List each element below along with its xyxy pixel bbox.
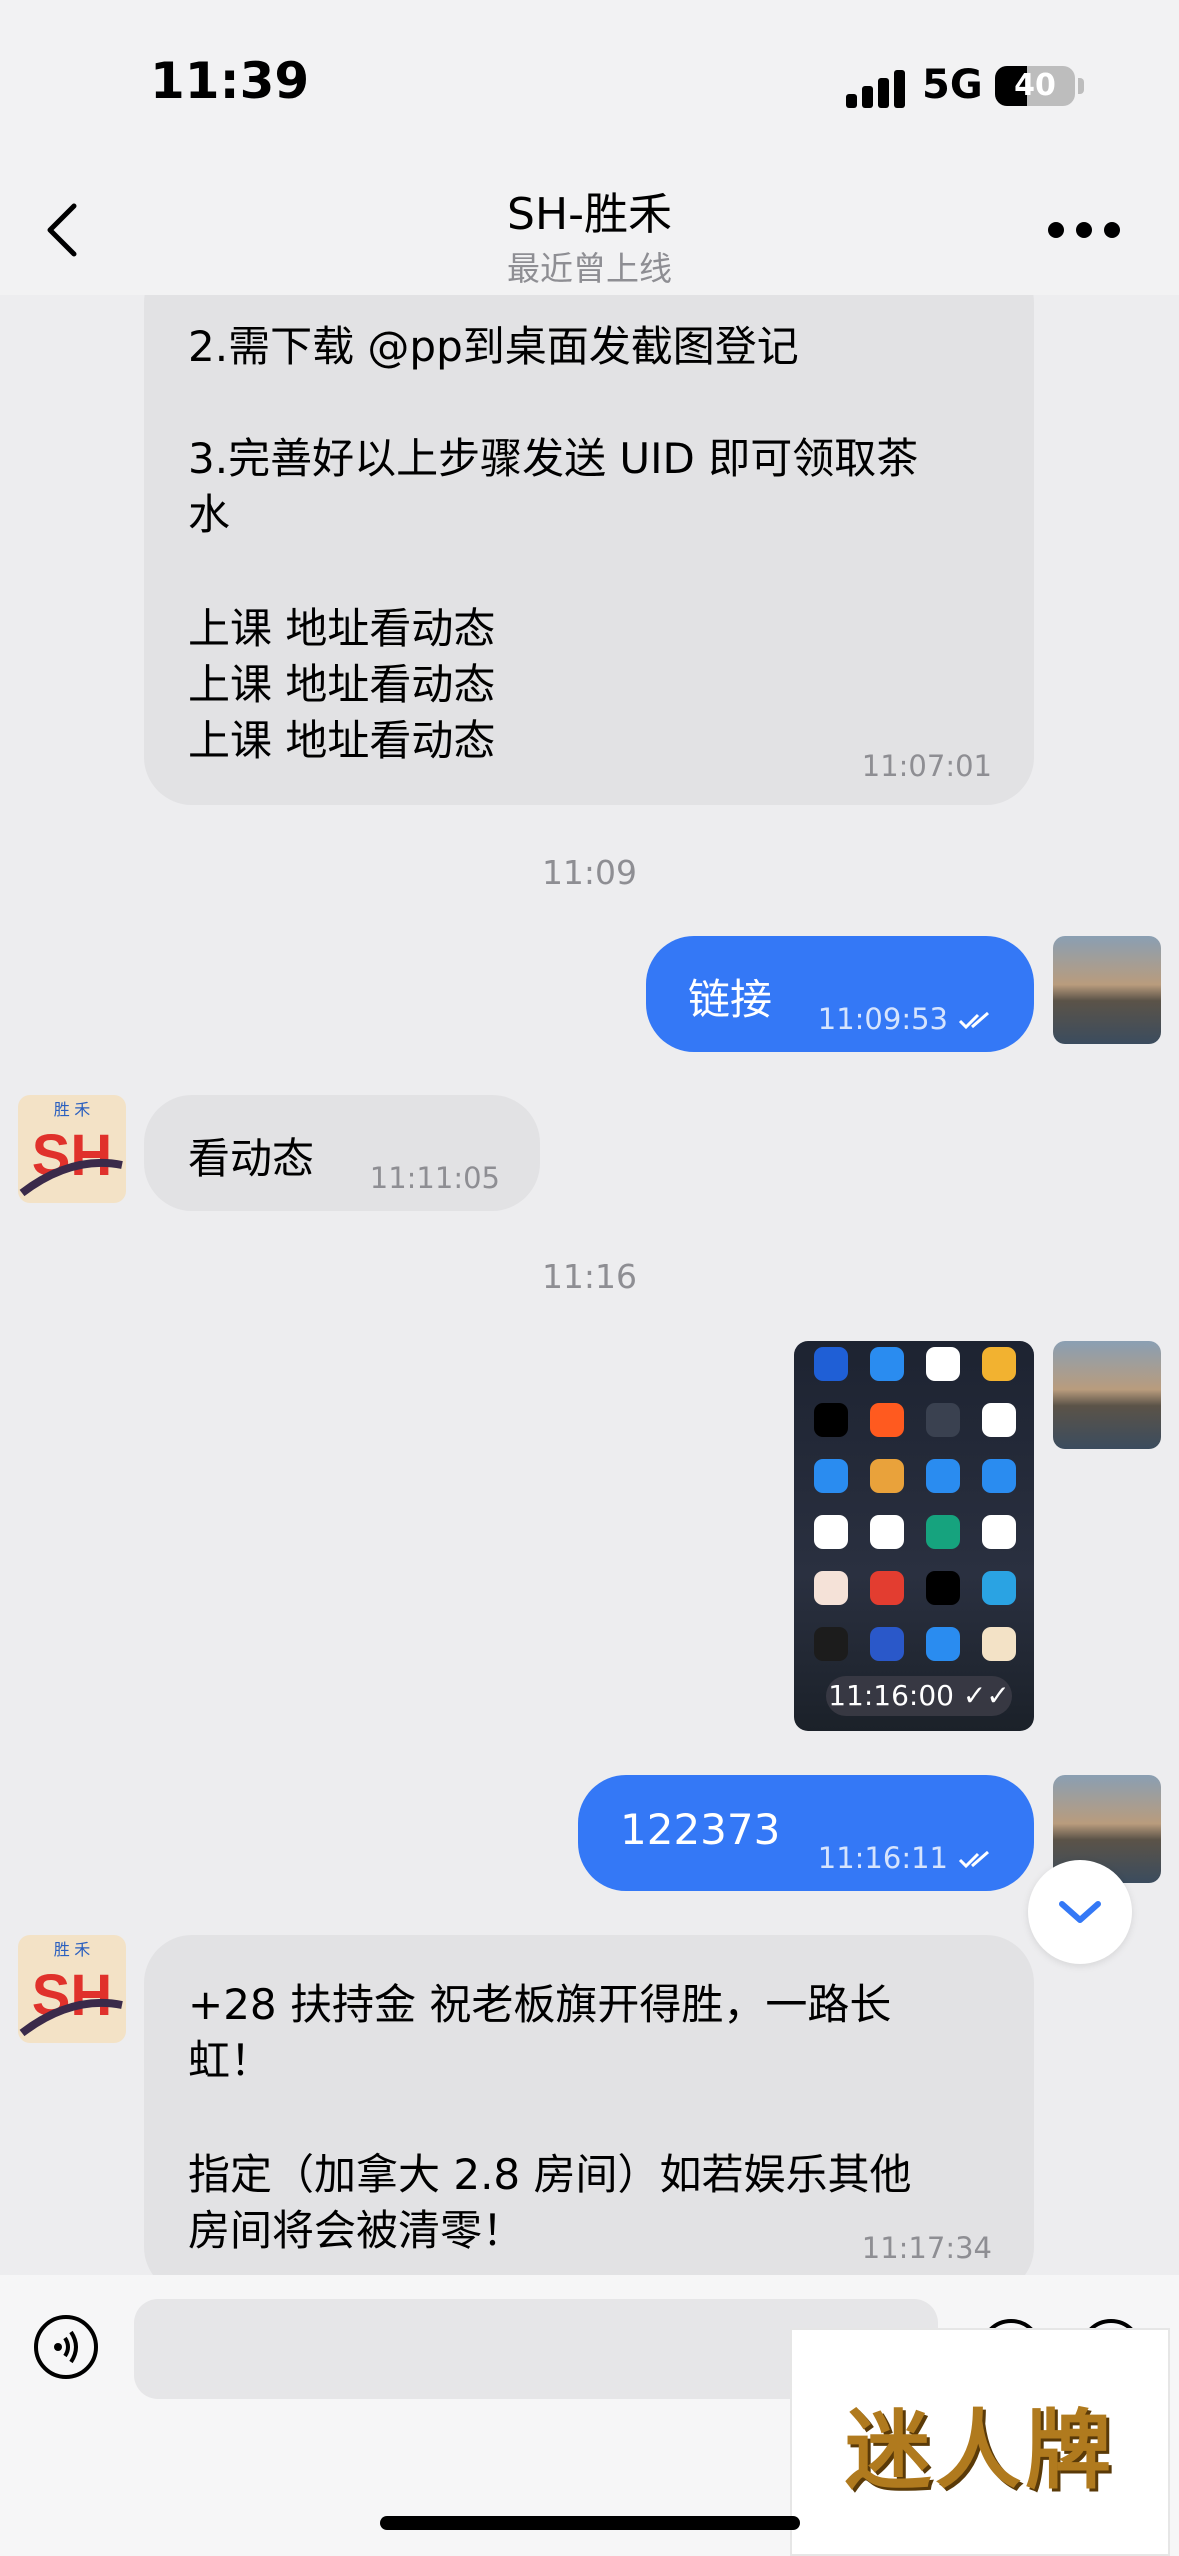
svg-text:胜 禾: 胜 禾 (54, 1101, 90, 1119)
message-time: 11:16:00 (828, 1679, 954, 1712)
message-list[interactable]: 2.需下载 @pp到桌面发截图登记 3.完善好以上步骤发送 UID 即可领取茶 … (0, 295, 1179, 2275)
presence-status: 最近曾上线 (507, 249, 672, 288)
read-check-icon (958, 1011, 989, 1030)
message-line: +28 扶持金 祝老板旗开得胜，一路长 (188, 1980, 892, 2029)
message-text: 链接 (688, 975, 773, 1024)
message-line: 上课 地址看动态 (188, 660, 496, 709)
message-time-row: 11:09:53 (818, 1002, 994, 1036)
message-line: 2.需下载 @pp到桌面发截图登记 (188, 322, 799, 371)
sh-logo-icon: 胜 禾 SH (19, 1101, 123, 1197)
message-line: 上课 地址看动态 (188, 604, 496, 653)
message-line: 虹！ (188, 2036, 273, 2085)
message-time-row: 11:16:11 (818, 1841, 994, 1875)
chat-title[interactable]: SH-胜禾 (0, 178, 1179, 242)
message-line: 房间将会被清零！ (188, 2206, 525, 2255)
sh-logo-icon: 胜 禾 SH (19, 1941, 123, 2037)
signal-icon (846, 68, 906, 108)
message-text: 122373 (620, 1805, 781, 1854)
incoming-message[interactable]: 2.需下载 @pp到桌面发截图登记 3.完善好以上步骤发送 UID 即可领取茶 … (144, 295, 1034, 805)
message-time: 11:17:34 (861, 2231, 992, 2265)
message-text: 看动态 (188, 1134, 315, 1183)
time-separator: 11:16 (541, 1257, 638, 1296)
message-time: 11:11:05 (369, 1161, 500, 1195)
read-check-icon: ✓✓ (962, 1679, 1010, 1712)
scroll-down-button[interactable] (1028, 1860, 1132, 1964)
home-indicator[interactable] (380, 2516, 800, 2530)
status-time: 11:39 (150, 52, 310, 110)
outgoing-message[interactable]: 链接 11:09:53 (646, 936, 1034, 1052)
message-line: 上课 地址看动态 (188, 716, 496, 765)
chat-header: SH-胜禾 最近曾上线 (0, 170, 1179, 295)
message-time: 11:16:11 (817, 1841, 948, 1875)
avatar-sh[interactable]: 胜 禾 SH (18, 1935, 126, 2043)
status-bar: 11:39 5G 40 (0, 0, 1179, 170)
outgoing-message[interactable]: 122373 11:16:11 (578, 1775, 1034, 1891)
scroll-down-icon (1059, 1901, 1101, 1923)
more-dots-icon[interactable] (1048, 222, 1120, 238)
message-line: 水 (188, 490, 231, 539)
read-check-icon (958, 1850, 989, 1869)
voice-icon[interactable] (34, 2315, 98, 2379)
watermark-text: 迷人牌 (845, 2400, 1115, 2501)
watermark: 迷人牌 (790, 2328, 1170, 2556)
image-time-row: 11:16:00 ✓✓ (826, 1676, 1012, 1716)
battery-tip (1078, 78, 1084, 94)
message-line: 指定（加拿大 2.8 房间）如若娱乐其他 (188, 2150, 912, 2199)
incoming-message[interactable]: +28 扶持金 祝老板旗开得胜，一路长 虹！ 指定（加拿大 2.8 房间）如若娱… (144, 1935, 1034, 2275)
avatar-self[interactable] (1053, 1341, 1161, 1449)
battery-level: 40 (1014, 68, 1056, 103)
incoming-message[interactable]: 看动态 11:11:05 (144, 1095, 540, 1211)
avatar-sh[interactable]: 胜 禾 SH (18, 1095, 126, 1203)
message-time: 11:09:53 (817, 1002, 948, 1036)
avatar-self[interactable] (1053, 936, 1161, 1044)
svg-text:胜 禾: 胜 禾 (54, 1941, 90, 1959)
network-type: 5G (922, 62, 983, 108)
time-separator: 11:09 (541, 853, 638, 892)
battery-icon: 40 (995, 66, 1075, 106)
message-line: 3.完善好以上步骤发送 UID 即可领取茶 (188, 434, 919, 483)
message-time: 11:07:01 (861, 749, 992, 783)
image-message[interactable]: 11:16:00 ✓✓ (794, 1341, 1034, 1731)
